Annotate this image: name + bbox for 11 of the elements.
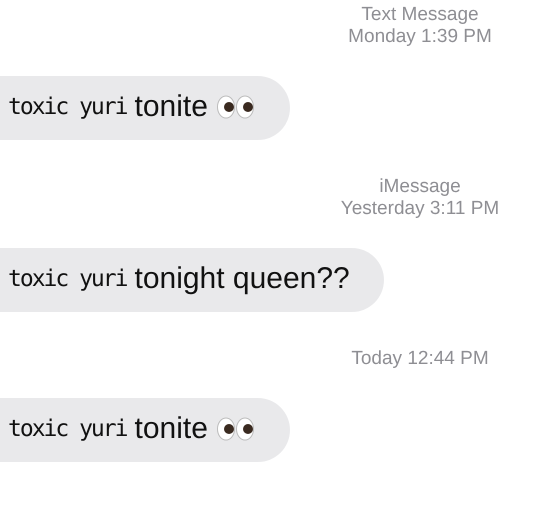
message-text: tonite <box>134 90 208 124</box>
message-text: tonite <box>134 412 208 446</box>
message-text: tonight queen?? <box>134 262 350 296</box>
timestamp: Monday 1:39 PM <box>348 26 492 48</box>
message-prefix: toxic yuri <box>8 266 126 292</box>
timestamp: Today 12:44 PM <box>351 348 489 370</box>
message-prefix: toxic yuri <box>8 94 126 120</box>
message-prefix: toxic yuri <box>8 416 126 442</box>
service-label: iMessage <box>379 176 461 198</box>
timestamp: Yesterday 3:11 PM <box>340 198 500 220</box>
service-label: Text Message <box>361 4 479 26</box>
